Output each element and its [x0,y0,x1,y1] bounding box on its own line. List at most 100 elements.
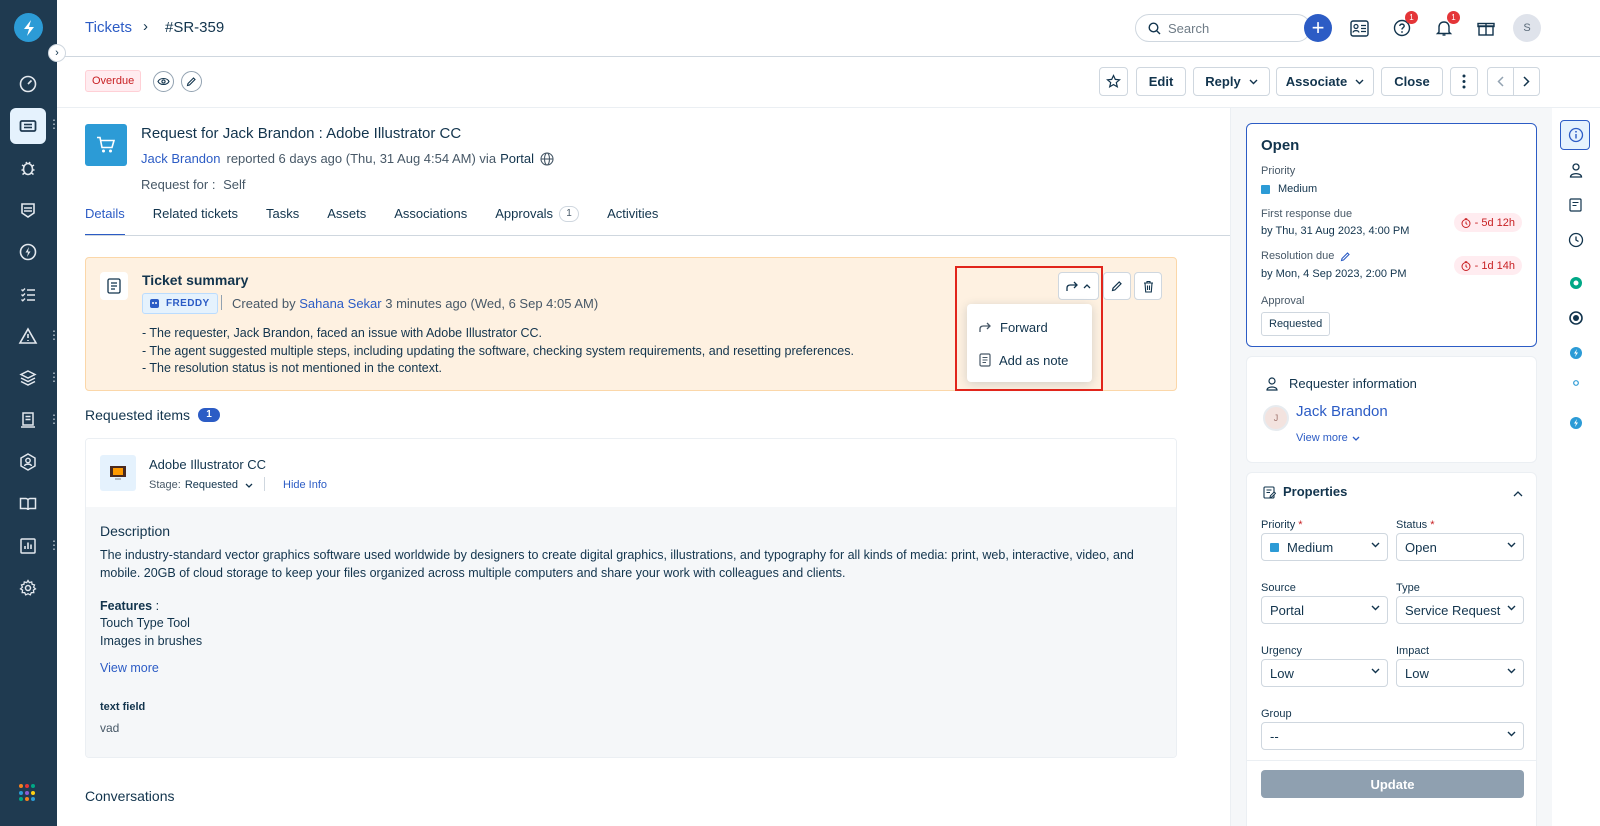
impact-select-value: Low [1405,665,1429,681]
analytics-icon[interactable] [10,528,46,564]
requester-person-icon[interactable] [1566,160,1586,180]
releases-icon[interactable] [10,234,46,270]
close-ticket-button[interactable]: Close [1381,67,1443,96]
freddy-label: FREDDY [166,298,210,309]
properties-card: Properties Priority * Medium Status * Op… [1246,472,1537,826]
tab-tasks[interactable]: Tasks [266,206,299,236]
requester-view-more[interactable]: View more [1296,432,1360,444]
notifications-bell-icon[interactable]: 1 [1430,11,1460,42]
chevron-right-icon [1523,76,1530,87]
hide-info-link[interactable]: Hide Info [283,479,327,491]
breadcrumb-tickets[interactable]: Tickets [85,19,132,36]
first-response-label: First response due [1261,208,1353,220]
summary-delete-button[interactable] [1134,272,1162,300]
feature-item: Touch Type Tool [100,616,190,630]
type-select-value: Service Request [1405,602,1501,618]
request-for: Request for : Self [141,177,245,192]
assets-icon[interactable] [10,360,46,396]
freddy-bot-icon [150,299,159,308]
contacts-card-icon[interactable] [1345,14,1373,42]
status-card: Open Priority Medium First response due … [1246,123,1537,347]
item-details: Description The industry-standard vector… [86,507,1176,757]
favorite-star-button[interactable] [1099,67,1128,96]
problems-icon[interactable] [10,150,46,186]
projects-icon[interactable] [10,402,46,438]
priority-field-label: Priority * [1261,519,1303,531]
watch-eye-icon[interactable] [153,71,174,92]
status-field-label: Status * [1396,519,1435,531]
help-badge: 1 [1405,11,1418,24]
item-stage[interactable]: Stage: Requested [149,479,253,491]
requester-link[interactable]: Jack Brandon [141,151,221,166]
summary-edit-button[interactable] [1103,272,1131,300]
new-item-plus-icon[interactable]: + [1304,14,1332,42]
blue-bolt-app-icon[interactable] [1566,343,1586,363]
solutions-icon[interactable] [10,486,46,522]
created-by-link[interactable]: Sahana Sekar [299,296,381,311]
info-icon[interactable] [1566,125,1586,145]
blue-bolt-app-icon[interactable] [1566,413,1586,433]
tab-details[interactable]: Details [85,206,125,236]
requester-name-link[interactable]: Jack Brandon [1296,403,1388,420]
priority-select[interactable]: Medium [1261,533,1388,561]
alerts-icon[interactable] [10,318,46,354]
tab-approvals[interactable]: Approvals 1 [495,206,580,236]
associate-button[interactable]: Associate [1276,67,1374,96]
impact-field-label: Impact [1396,645,1430,657]
changes-icon[interactable] [10,192,46,228]
ticket-action-bar: Overdue Edit Reply Associate Close [57,57,1600,108]
urgency-field-label: Urgency [1261,645,1302,657]
properties-form-icon[interactable] [1566,195,1586,215]
urgency-select[interactable]: Low [1261,659,1388,687]
ticket-main-content: Request for Jack Brandon : Adobe Illustr… [57,108,1230,826]
tickets-icon[interactable] [10,108,46,144]
notifications-badge: 1 [1447,11,1460,24]
update-button[interactable]: Update [1261,770,1524,798]
status-select[interactable]: Open [1396,533,1524,561]
timeline-clock-icon[interactable] [1566,230,1586,250]
search-input[interactable] [1168,20,1298,36]
admin-gear-icon[interactable] [10,570,46,606]
description-heading: Description [100,523,171,539]
person-icon [1266,377,1278,391]
first-response-sla-badge: - 5d 12h [1453,213,1522,232]
reply-button[interactable]: Reply [1193,67,1270,96]
collapse-chevron-up-icon[interactable] [1513,491,1523,497]
search-box[interactable] [1135,14,1311,42]
type-select[interactable]: Service Request [1396,596,1524,624]
edit-button[interactable]: Edit [1136,67,1186,96]
source-select[interactable]: Portal [1261,596,1388,624]
app-switcher-icon[interactable] [19,784,37,802]
type-field-label: Type [1396,582,1420,594]
next-ticket-button[interactable] [1513,67,1540,96]
dashboard-icon[interactable] [10,66,46,102]
tab-assets[interactable]: Assets [327,206,366,236]
chevron-down-icon [1249,79,1258,84]
help-icon[interactable]: 1 [1388,11,1418,42]
store-gift-icon[interactable] [1472,14,1500,42]
description-text: The industry-standard vector graphics so… [100,548,1134,580]
status-title: Open [1261,137,1300,154]
tab-related-tickets[interactable]: Related tickets [153,206,238,236]
green-app-icon[interactable] [1566,273,1586,293]
more-options-button[interactable] [1450,67,1478,96]
group-select[interactable]: -- [1261,722,1524,750]
view-more-link[interactable]: View more [100,661,159,675]
timer-icon [1461,260,1471,271]
users-icon[interactable] [10,444,46,480]
tab-activities[interactable]: Activities [607,206,658,236]
collapse-nav-chevron-icon[interactable]: › [48,44,66,62]
edit-pencil-icon[interactable] [181,71,202,92]
grey-app-icon[interactable] [1566,308,1586,328]
chevron-down-icon [1371,668,1380,674]
previous-ticket-button[interactable] [1487,67,1514,96]
user-avatar[interactable]: S [1513,14,1541,42]
small-dot-app-icon[interactable] [1566,373,1586,393]
features-colon: : [152,599,160,613]
first-response-value: by Thu, 31 Aug 2023, 4:00 PM [1261,225,1410,237]
impact-select[interactable]: Low [1396,659,1524,687]
freshservice-logo-icon[interactable] [14,13,43,42]
tab-associations[interactable]: Associations [394,206,467,236]
edit-pencil-icon[interactable] [1340,251,1351,262]
tasks-icon[interactable] [10,276,46,312]
